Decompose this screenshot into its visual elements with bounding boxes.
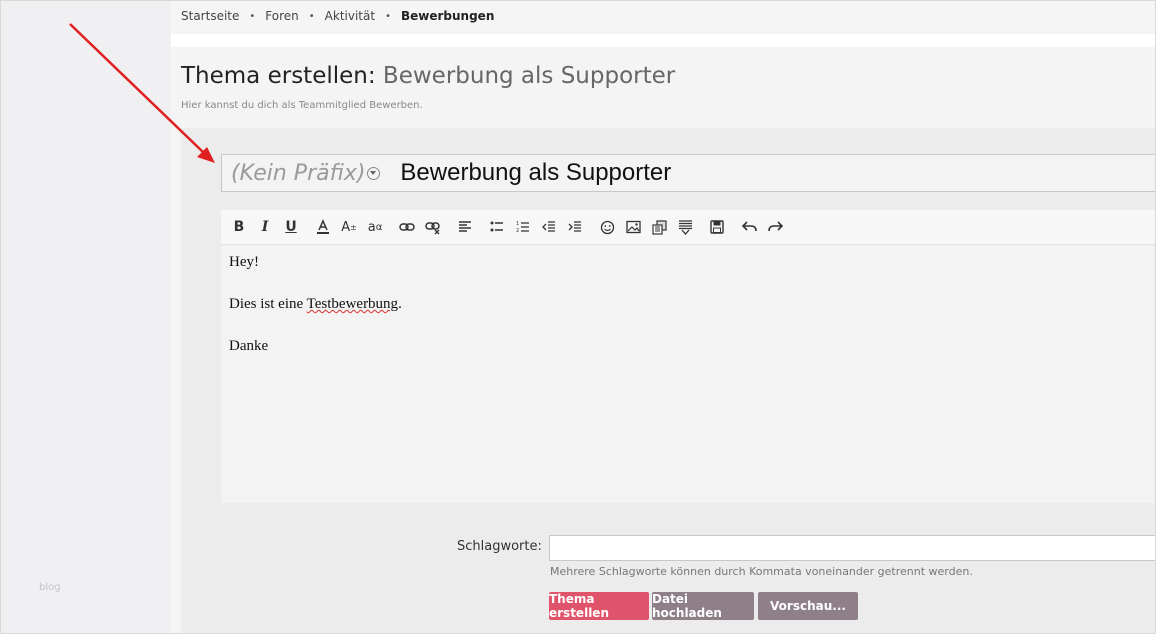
- window: blog Startseite • Foren • Aktivität • Be…: [0, 0, 1156, 634]
- annotation-arrow-icon: [69, 23, 215, 163]
